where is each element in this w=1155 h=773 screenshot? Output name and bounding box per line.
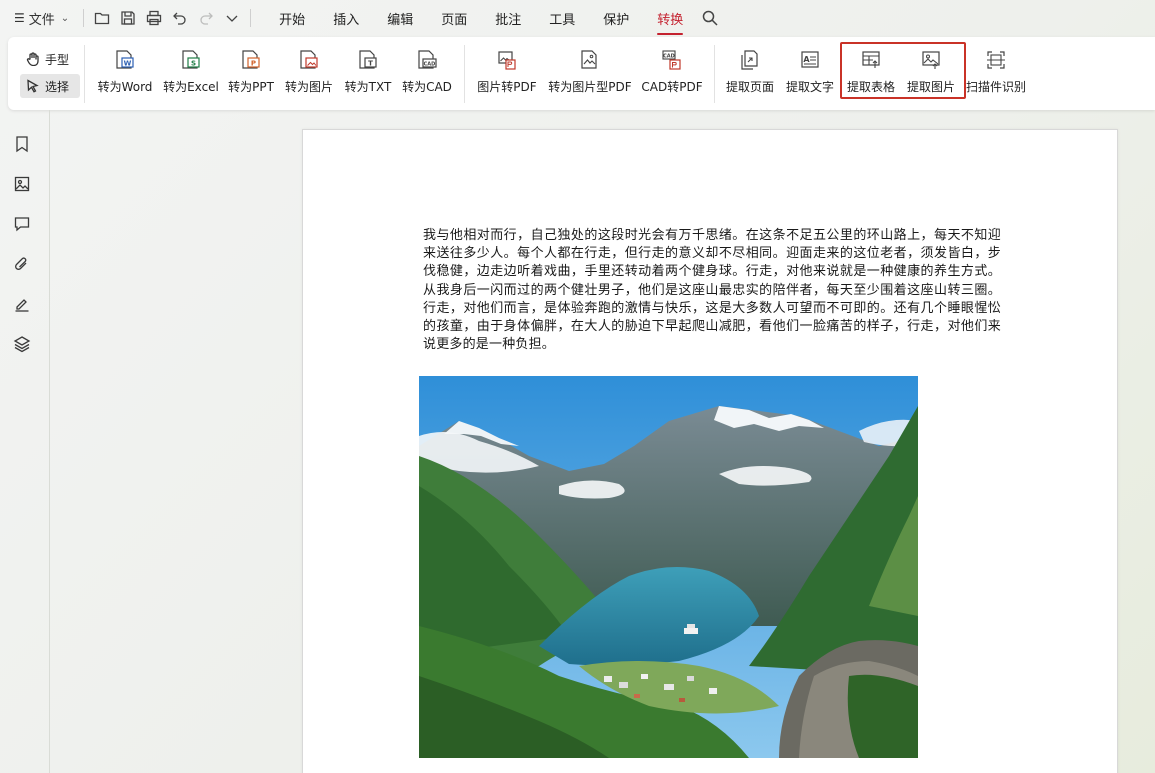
to-word-button[interactable]: W 转为Word <box>96 47 154 101</box>
document-page: 我与他相对而行，自己独处的这段时光会有万千思绪。在这条不足五公里的环山路上，每天… <box>302 129 1118 773</box>
svg-text:T: T <box>368 60 373 68</box>
hand-select-group: 手型 选择 <box>20 47 80 101</box>
quick-access-toolbar <box>94 10 240 26</box>
divider <box>83 9 85 27</box>
open-folder-icon[interactable] <box>94 10 110 26</box>
to-image-pdf-button[interactable]: 转为图片型PDF <box>546 47 634 101</box>
tab-page[interactable]: 页面 <box>427 1 481 36</box>
chevron-down-icon: ⌄ <box>60 12 70 24</box>
to-txt-button[interactable]: T 转为TXT <box>343 47 393 101</box>
thumbnail-icon[interactable] <box>13 175 31 193</box>
file-menu-label: 文件 <box>28 12 55 28</box>
comment-icon[interactable] <box>13 215 31 233</box>
cad-to-pdf-icon: CAD <box>661 49 683 71</box>
extract-page-icon <box>739 49 761 71</box>
ribbon-tabs: 开始 插入 编辑 页面 批注 工具 保护 转换 <box>265 1 697 36</box>
extract-text-label: 提取文字 <box>785 80 834 94</box>
left-sidebar <box>0 110 50 773</box>
file-menu[interactable]: ☰ 文件 ⌄ <box>10 5 73 32</box>
svg-text:P: P <box>251 60 256 68</box>
extract-page-button[interactable]: 提取页面 <box>724 47 776 101</box>
to-ppt-button[interactable]: P 转为PPT <box>227 47 275 101</box>
to-excel-button[interactable]: S 转为Excel <box>163 47 219 101</box>
to-ppt-label: 转为PPT <box>228 80 274 94</box>
to-excel-label: 转为Excel <box>163 80 219 94</box>
signature-icon[interactable] <box>13 295 31 313</box>
image-to-pdf-button[interactable]: 图片转PDF <box>476 47 538 101</box>
search-icon[interactable] <box>701 9 719 27</box>
tab-tools[interactable]: 工具 <box>535 1 589 36</box>
svg-text:A: A <box>803 55 810 64</box>
svg-text:W: W <box>124 60 132 68</box>
redo-icon[interactable] <box>198 10 214 26</box>
scan-ocr-button[interactable]: 扫描件识别 <box>964 47 1028 101</box>
save-icon[interactable] <box>120 10 136 26</box>
more-chevron-icon[interactable] <box>224 10 240 26</box>
cad-to-pdf-label: CAD转PDF <box>641 80 703 94</box>
to-image-label: 转为图片 <box>284 80 333 94</box>
to-image-button[interactable]: 转为图片 <box>284 47 334 101</box>
svg-text:CAD: CAD <box>663 53 675 59</box>
to-cad-icon: CAD <box>416 49 438 71</box>
document-paragraph: 我与他相对而行，自己独处的这段时光会有万千思绪。在这条不足五公里的环山路上，每天… <box>423 228 1001 353</box>
image-to-pdf-label: 图片转PDF <box>477 80 537 94</box>
select-tool-label: 选择 <box>45 79 70 94</box>
scan-ocr-label: 扫描件识别 <box>965 80 1026 94</box>
to-image-pdf-label: 转为图片型PDF <box>548 80 632 94</box>
to-cad-label: 转为CAD <box>402 80 452 94</box>
landscape-photo <box>419 376 918 758</box>
select-tool-button[interactable]: 选择 <box>20 74 80 98</box>
menu-bar: ☰ 文件 ⌄ 开始 插入 编辑 页面 批注 工具 保护 转换 <box>0 0 1155 36</box>
divider <box>250 9 252 27</box>
hand-icon <box>26 52 39 66</box>
to-word-label: 转为Word <box>97 80 153 94</box>
bookmark-icon[interactable] <box>13 135 31 153</box>
highlight-annotation-box <box>840 42 966 99</box>
attachment-icon[interactable] <box>13 255 31 273</box>
extract-text-button[interactable]: A 提取文字 <box>784 47 836 101</box>
tab-protect[interactable]: 保护 <box>589 1 643 36</box>
tab-insert[interactable]: 插入 <box>319 1 373 36</box>
extract-text-icon: A <box>799 49 821 71</box>
to-image-icon <box>298 49 320 71</box>
svg-text:S: S <box>191 60 196 68</box>
to-image-pdf-icon <box>579 49 601 71</box>
hand-tool-label: 手型 <box>45 52 70 67</box>
to-excel-icon: S <box>180 49 202 71</box>
cad-to-pdf-button[interactable]: CAD CAD转PDF <box>640 47 704 101</box>
tab-comment[interactable]: 批注 <box>481 1 535 36</box>
to-txt-icon: T <box>357 49 379 71</box>
extract-page-label: 提取页面 <box>725 80 774 94</box>
hand-tool-button[interactable]: 手型 <box>20 47 80 71</box>
undo-icon[interactable] <box>172 10 188 26</box>
to-txt-label: 转为TXT <box>344 80 392 94</box>
ribbon-divider <box>714 45 715 103</box>
ribbon-toolbar: 手型 选择 W 转为Word S 转为Excel P 转为PPT 转为图片 T <box>8 37 1155 110</box>
tab-convert[interactable]: 转换 <box>643 1 697 36</box>
scan-ocr-icon <box>985 49 1007 71</box>
tab-home[interactable]: 开始 <box>265 1 319 36</box>
to-cad-button[interactable]: CAD 转为CAD <box>401 47 453 101</box>
tab-edit[interactable]: 编辑 <box>373 1 427 36</box>
menu-icon: ☰ <box>14 11 25 25</box>
ribbon-divider <box>84 45 85 103</box>
cursor-arrow-icon <box>27 79 39 93</box>
ribbon-divider <box>464 45 465 103</box>
svg-text:CAD: CAD <box>424 61 436 67</box>
layers-icon[interactable] <box>13 335 31 353</box>
image-to-pdf-icon <box>496 49 518 71</box>
to-ppt-icon: P <box>240 49 262 71</box>
to-word-icon: W <box>114 49 136 71</box>
print-icon[interactable] <box>146 10 162 26</box>
